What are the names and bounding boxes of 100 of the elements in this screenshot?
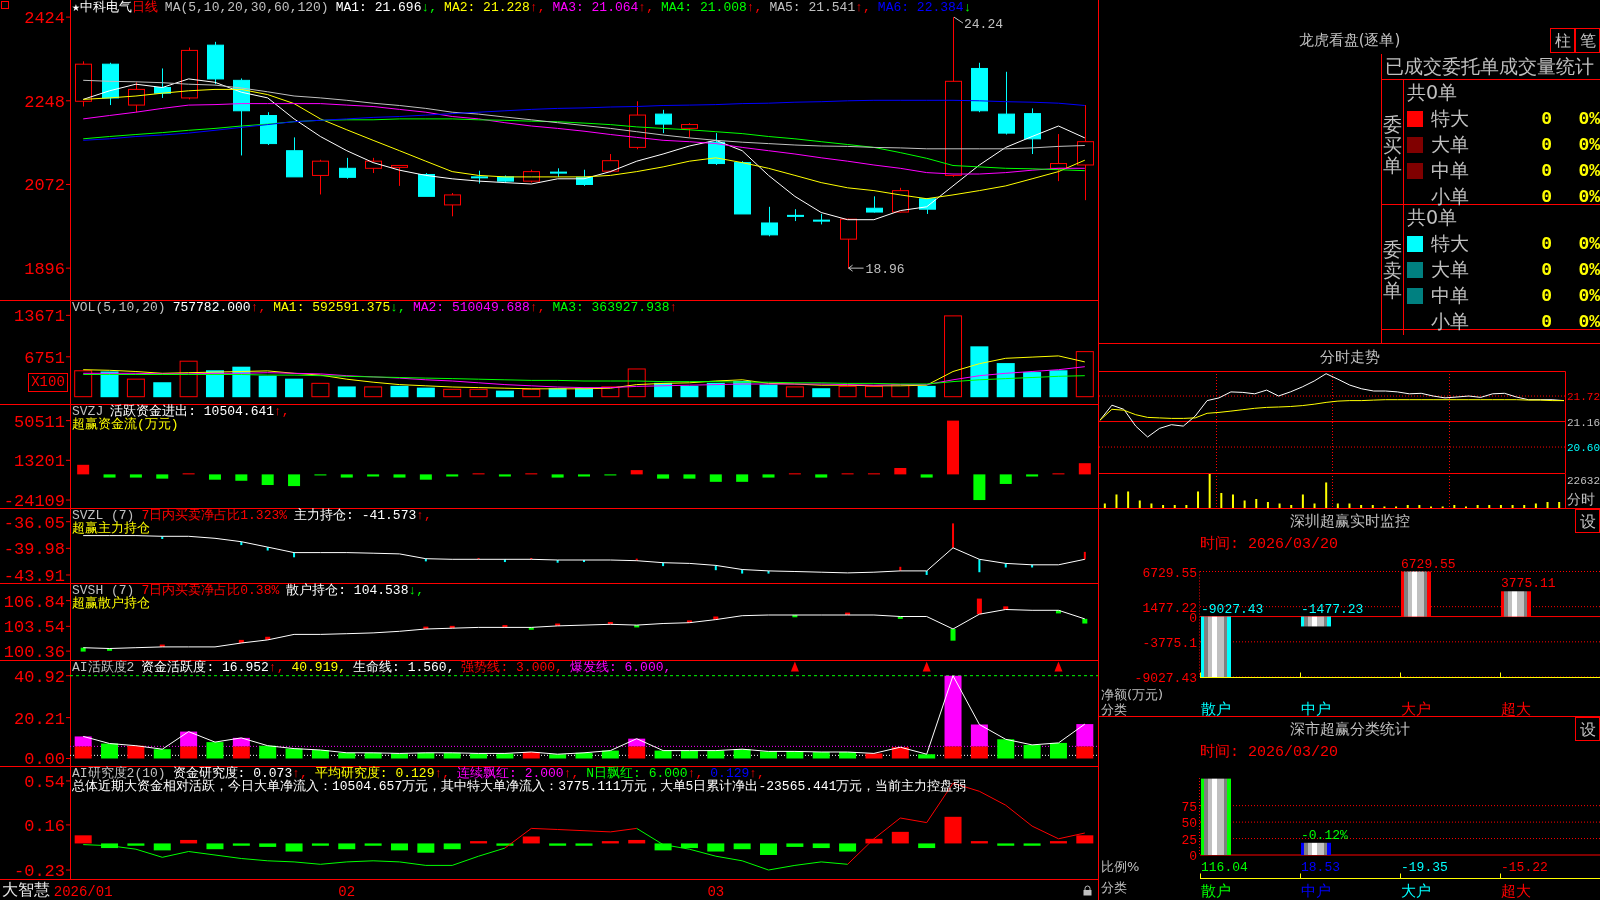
legend-label: AI活跃度2 (72, 661, 135, 674)
order-type: 特大 (1431, 106, 1470, 131)
y-tick-label: 2248 (24, 92, 65, 112)
legend-label: 757782.000 (172, 301, 251, 314)
trend-arrow: ↑ (669, 301, 678, 314)
order-count: 0 (1540, 109, 1552, 129)
legend-label: MA2: 510049.688 (412, 301, 530, 314)
legend-label: VOL(5,10,20) (72, 301, 166, 314)
axis-title: 比例% (1101, 859, 1140, 874)
trend-arrow: ↑, (268, 661, 285, 674)
y-tick-label: 100.36 (3, 643, 65, 660)
trend-arrow: ↓, (421, 0, 438, 15)
data-label: 6729.55 (1401, 556, 1456, 572)
y-tick-label: 50 (1181, 816, 1197, 832)
y-tick-label: 0.00 (24, 750, 65, 766)
trend-arrow: ↑, (250, 301, 267, 314)
time-label: 时间: 2026/03/20 (1200, 534, 1339, 553)
order-count: 0 (1540, 135, 1552, 155)
legend-label: SVSH (7) (72, 584, 135, 597)
order-type: 大单 (1431, 132, 1470, 157)
category-label: 大户 (1401, 882, 1431, 900)
legend-label: 爆发线: 6.000, (569, 661, 672, 674)
legend-label: 资金活跃度: 16.952 (141, 661, 269, 674)
y-tick-label: 2072 (24, 176, 65, 196)
y-tick-label: 6729.55 (1142, 565, 1197, 581)
panel-title: 深市超赢分类统计 (1289, 719, 1410, 739)
order-type: 小单 (1431, 184, 1470, 208)
bar-note: -0.12% (1301, 827, 1348, 843)
y-tick-label: -0.23 (14, 862, 65, 882)
trend-arrow: ↓, (408, 584, 425, 597)
legend-label: MA4: 21.008 (660, 0, 747, 15)
order-total: 共0单 (1407, 206, 1458, 230)
data-label: -9027.43 (1201, 601, 1264, 617)
time-label: 时间: 2026/03/20 (1200, 742, 1339, 761)
legend-label: MA2: 21.228 (444, 0, 530, 15)
y-tick-label: 50511 (14, 412, 65, 432)
legend-label: MA3: 363927.938 (552, 301, 670, 314)
period-label: 日线 (131, 0, 158, 15)
y-tick-label: -39.98 (3, 540, 65, 560)
order-share: 0% (1577, 260, 1600, 280)
data-label: 116.04 (1201, 860, 1248, 875)
trend-arrow: ↑, (563, 767, 580, 780)
data-label: 3775.11 (1501, 576, 1556, 592)
y-tick-label: 75 (1181, 799, 1197, 815)
y-tick-label: -24109 (3, 492, 65, 508)
legend-label: 强势线: 3.000, (461, 661, 563, 674)
trend-arrow: ↑, (292, 767, 308, 780)
y-tick-label: -9027.43 (1134, 671, 1197, 686)
order-total: 共0单 (1407, 80, 1458, 105)
legend-label: 生命线: 1.560, (353, 661, 455, 674)
price-annotation: 18.96 (865, 262, 905, 278)
legend-label: 连续飘红: 2.000 (457, 767, 564, 780)
order-count: 0 (1540, 286, 1552, 306)
data-label: -1477.23 (1301, 601, 1364, 617)
y-tick-label: 6751 (24, 348, 65, 368)
y-tick-label: 13201 (14, 452, 65, 472)
order-share: 0% (1577, 312, 1600, 332)
category-label: 散户 (1201, 882, 1231, 900)
y-tick-label: 103.54 (3, 618, 65, 638)
stock-name: 中科电气 (79, 0, 132, 15)
y-tick-label: 106.84 (3, 592, 65, 612)
y-tick-label: -3775.1 (1142, 635, 1197, 651)
y-tick-label: 21.16 (1567, 416, 1600, 429)
category-label: 超大 (1501, 882, 1531, 900)
y-tick-label: 22632 (1567, 475, 1600, 487)
panel-title: 分时走势 (1319, 348, 1380, 367)
legend-label: 超赢主力持仓 (72, 522, 150, 535)
y-tick-label: 0.16 (24, 816, 65, 836)
trend-arrow: ↑, (529, 0, 546, 15)
date-label: 02 (338, 884, 356, 900)
trend-arrow: ↑, (638, 0, 654, 15)
price-annotation: 24.24 (964, 17, 1004, 33)
trend-arrow: ↑, (416, 509, 432, 522)
order-type: 中单 (1431, 158, 1470, 183)
date-label: 03 (707, 884, 725, 900)
legend-label: 7日内买卖净占比1.323% (141, 509, 288, 522)
legend-label: MA6: 22.384 (877, 0, 964, 15)
order-count: 0 (1540, 187, 1552, 207)
axis-title: 净额(万元) (1101, 687, 1164, 702)
legend-label: SVZJ (72, 405, 104, 418)
legend-label: 平均研究度: 0.129 (314, 767, 435, 780)
y-tick-label: 20.21 (14, 709, 65, 729)
legend-label: 7日内买卖净占比0.38% (141, 584, 280, 597)
order-share: 0% (1577, 234, 1600, 254)
legend-label: MA1: 21.696 (335, 0, 422, 15)
table-title: 已成交委托单成交量统计 (1382, 54, 1600, 80)
star-icon: ★ (72, 0, 80, 15)
category-label: 中户 (1301, 882, 1331, 900)
legend-label: 主力持仓: -41.573 (294, 509, 417, 522)
legend-label: SVZL (7) (72, 509, 135, 522)
panel-title: 龙虎看盘(逐单) (1298, 31, 1401, 50)
order-count: 0 (1540, 161, 1552, 181)
axis-title: 分时 (1567, 491, 1595, 507)
date-label: 2026/01 (53, 884, 113, 900)
trend-arrow: ↑, (746, 0, 763, 15)
y-tick-label: 25 (1181, 832, 1197, 848)
y-tick-label: -43.91 (3, 567, 65, 583)
category-label: 超大 (1501, 700, 1531, 716)
order-type: 中单 (1431, 283, 1470, 308)
legend-label: 资金研究度: 0.073 (172, 767, 293, 780)
